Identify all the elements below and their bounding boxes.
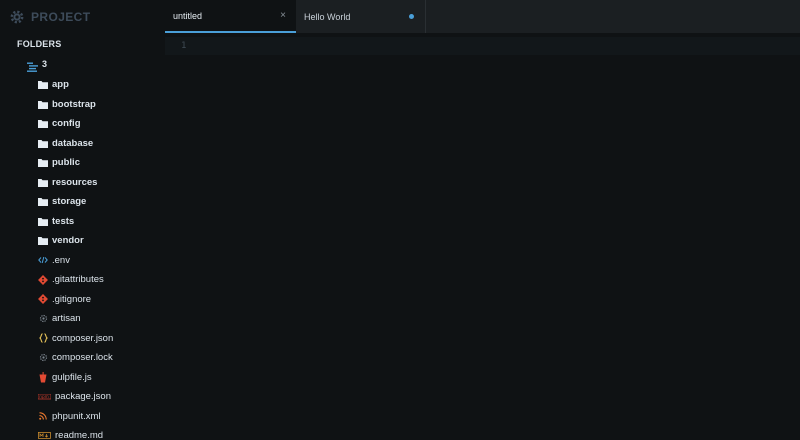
sidebar-header[interactable]: PROJECT	[0, 0, 165, 33]
tree-item-label: composer.json	[52, 332, 114, 344]
tree-folder-tests[interactable]: tests	[38, 212, 113, 232]
tree-folder-storage[interactable]: storage	[38, 192, 113, 212]
tree-folder-public[interactable]: public	[38, 153, 113, 173]
tree-folder-config[interactable]: config	[38, 114, 113, 134]
tree-file-composer-lock[interactable]: composer.lock	[38, 348, 113, 368]
gear-file-icon	[38, 314, 48, 324]
tree-item-label: app	[52, 79, 69, 91]
active-line-highlight	[165, 37, 800, 55]
tree-item-label: composer.lock	[52, 352, 113, 364]
tree-item-label: .env	[52, 254, 70, 266]
folder-icon	[38, 99, 48, 109]
tree-item-label: artisan	[52, 313, 81, 325]
tree-item-label: storage	[52, 196, 87, 208]
tree-root-label: 3	[42, 59, 48, 69]
tree-item-label: bootstrap	[52, 98, 96, 110]
line-number: 1	[181, 41, 187, 51]
tree-item-label: public	[52, 157, 80, 169]
git-icon	[38, 274, 48, 285]
npm-icon: npm	[38, 392, 51, 402]
folder-icon	[38, 236, 48, 246]
tree-file-composer-json[interactable]: composer.json	[38, 329, 113, 349]
tree-file-package-json[interactable]: npm package.json	[38, 387, 113, 407]
close-icon[interactable]: ×	[280, 11, 286, 21]
tree-file-phpunit[interactable]: phpunit.xml	[38, 407, 113, 427]
tree-item-label: config	[52, 118, 81, 130]
json-icon	[38, 333, 48, 343]
file-tree: app bootstrap config database public res…	[38, 75, 113, 440]
folder-icon	[38, 158, 48, 168]
folder-icon	[38, 138, 48, 148]
tree-folder-bootstrap[interactable]: bootstrap	[38, 95, 113, 115]
tree-file-env[interactable]: .env	[38, 251, 113, 271]
markdown-icon	[38, 431, 51, 440]
tab-untitled[interactable]: untitled ×	[165, 0, 296, 33]
folder-icon	[38, 80, 48, 90]
folder-icon	[38, 119, 48, 129]
folder-open-icon	[27, 59, 39, 72]
tree-item-label: vendor	[52, 235, 84, 247]
tab-hello-world[interactable]: Hello World	[296, 0, 426, 33]
tab-label: untitled	[173, 10, 203, 21]
tree-item-label: tests	[52, 215, 75, 227]
tree-file-readme[interactable]: readme.md	[38, 426, 113, 440]
svg-text:npm: npm	[39, 394, 48, 399]
tab-bar: untitled × Hello World	[165, 0, 800, 33]
code-icon	[38, 255, 48, 265]
tree-file-artisan[interactable]: artisan	[38, 309, 113, 329]
tree-file-gitignore[interactable]: .gitignore	[38, 290, 113, 310]
tree-folder-vendor[interactable]: vendor	[38, 231, 113, 251]
tree-item-label: phpunit.xml	[52, 410, 101, 422]
folder-icon	[38, 197, 48, 207]
tab-label: Hello World	[304, 11, 351, 22]
code-editor[interactable]: 1	[165, 33, 800, 440]
sidebar: PROJECT FOLDERS 3 app bootstrap config d…	[0, 0, 165, 440]
tree-item-label: .gitattributes	[52, 274, 104, 286]
rss-icon	[38, 411, 48, 421]
folder-icon	[38, 216, 48, 226]
tree-folder-database[interactable]: database	[38, 134, 113, 154]
tree-folder-resources[interactable]: resources	[38, 173, 113, 193]
gulp-icon	[38, 371, 48, 383]
gear-icon	[9, 9, 25, 25]
tree-item-label: readme.md	[55, 430, 104, 440]
tree-folder-app[interactable]: app	[38, 75, 113, 95]
folders-label: FOLDERS	[17, 39, 62, 49]
tree-item-label: gulpfile.js	[52, 371, 92, 383]
folder-icon	[38, 177, 48, 187]
tree-item-label: database	[52, 137, 94, 149]
project-title: PROJECT	[31, 9, 91, 24]
tree-file-gitattributes[interactable]: .gitattributes	[38, 270, 113, 290]
tree-item-label: package.json	[55, 391, 111, 403]
tree-root-folder[interactable]: 3	[27, 57, 48, 72]
git-icon	[38, 294, 48, 305]
tree-item-label: resources	[52, 176, 98, 188]
gear-file-icon	[38, 353, 48, 363]
tree-file-gulpfile[interactable]: gulpfile.js	[38, 368, 113, 388]
modified-dot-icon[interactable]	[409, 14, 414, 19]
tree-item-label: .gitignore	[52, 293, 92, 305]
